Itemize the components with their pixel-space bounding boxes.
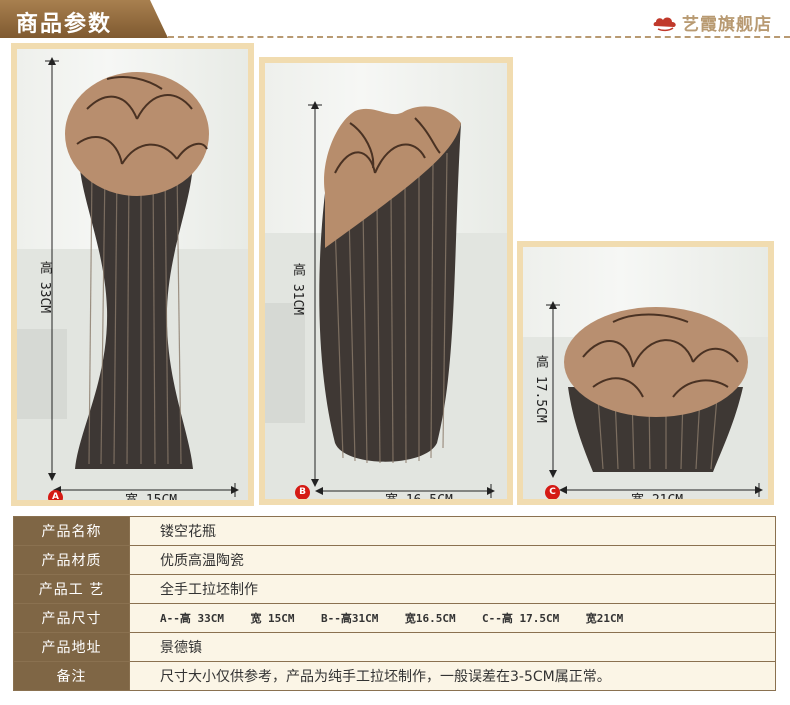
height-label-a: 高 33CM bbox=[37, 261, 52, 314]
photo-a: 高 33CM 宽 15CM A bbox=[17, 49, 248, 500]
spec-label: 备注 bbox=[13, 661, 130, 691]
marker-a: A bbox=[48, 490, 63, 500]
size-b-width: 宽16.5CM bbox=[404, 612, 456, 625]
marker-b: B bbox=[295, 485, 310, 499]
photo-b: 高 31CM 宽 16.5CM B bbox=[265, 63, 507, 499]
spec-row-origin: 产品地址 景德镇 bbox=[13, 632, 776, 662]
section-title: 商品参数 bbox=[16, 12, 113, 37]
brand-name: 艺霞旗舰店 bbox=[682, 15, 772, 35]
spec-label: 产品地址 bbox=[13, 632, 130, 662]
spec-value: 景德镇 bbox=[129, 632, 776, 662]
spec-value: 全手工拉坯制作 bbox=[129, 574, 776, 604]
spec-row-material: 产品材质 优质高温陶瓷 bbox=[13, 545, 776, 575]
header-divider bbox=[168, 36, 790, 38]
marker-c: C bbox=[545, 485, 560, 499]
product-photo-b: 高 31CM 宽 16.5CM B bbox=[259, 57, 513, 505]
size-a-width: 宽 15CM bbox=[250, 612, 295, 625]
product-photo-a: 高 33CM 宽 15CM A bbox=[11, 43, 254, 506]
size-c-width: 宽21CM bbox=[585, 612, 624, 625]
height-label-c: 高 17.5CM bbox=[533, 355, 548, 423]
section-header: 商品参数 艺霞旗舰店 bbox=[0, 0, 790, 40]
spec-label: 产品材质 bbox=[13, 545, 130, 575]
spec-label: 产品名称 bbox=[13, 516, 130, 546]
spec-row-craft: 产品工 艺 全手工拉坯制作 bbox=[13, 574, 776, 604]
width-label-c: 宽 21CM bbox=[631, 489, 683, 499]
cloud-seal-icon bbox=[653, 17, 676, 31]
spec-row-note: 备注 尺寸大小仅供参考，产品为纯手工拉坯制作，一般误差在3-5CM属正常。 bbox=[13, 661, 776, 691]
spec-label: 产品工 艺 bbox=[13, 574, 130, 604]
spec-row-size: 产品尺寸 A--高 33CM 宽 15CM B--高31CM 宽16.5CM C… bbox=[13, 603, 776, 633]
product-photo-c: 高 17.5CM 宽 21CM C bbox=[517, 241, 774, 505]
spec-table: 产品名称 镂空花瓶 产品材质 优质高温陶瓷 产品工 艺 全手工拉坯制作 产品尺寸… bbox=[13, 516, 776, 691]
brand: 艺霞旗舰店 bbox=[652, 10, 772, 35]
vase-c-illustration bbox=[523, 301, 768, 499]
spec-row-name: 产品名称 镂空花瓶 bbox=[13, 516, 776, 546]
spec-value: 尺寸大小仅供参考，产品为纯手工拉坯制作，一般误差在3-5CM属正常。 bbox=[129, 661, 776, 691]
spec-value: 镂空花瓶 bbox=[129, 516, 776, 546]
size-b-height: B--高31CM bbox=[321, 612, 379, 625]
spec-value: A--高 33CM 宽 15CM B--高31CM 宽16.5CM C--高 1… bbox=[129, 603, 776, 633]
spec-label: 产品尺寸 bbox=[13, 603, 130, 633]
size-c-height: C--高 17.5CM bbox=[482, 612, 560, 625]
height-label-b: 高 31CM bbox=[290, 263, 305, 316]
spec-value: 优质高温陶瓷 bbox=[129, 545, 776, 575]
width-label-b: 宽 16.5CM bbox=[385, 489, 453, 499]
size-a-height: A--高 33CM bbox=[160, 612, 224, 625]
width-label-a: 宽 15CM bbox=[125, 489, 177, 500]
photo-c: 高 17.5CM 宽 21CM C bbox=[523, 247, 768, 499]
